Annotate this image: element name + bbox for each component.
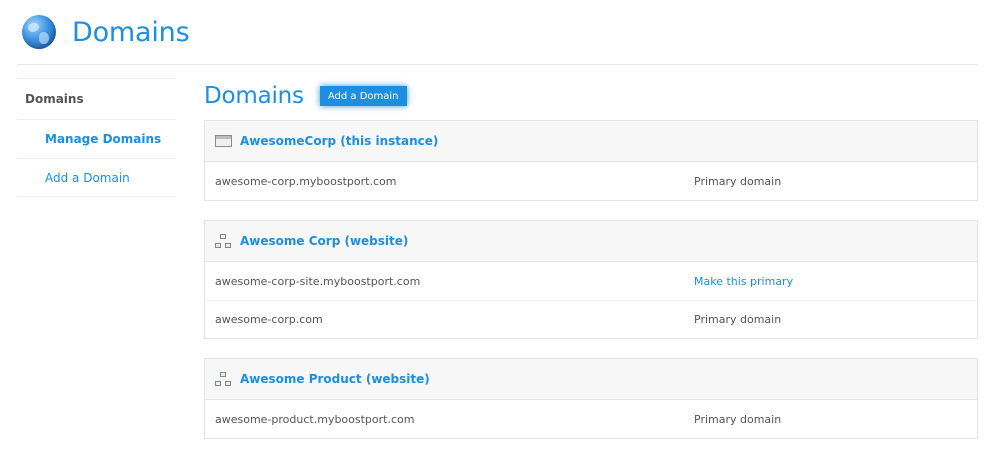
domain-row: awesome-corp-site.myboostport.com Make t… xyxy=(205,262,977,300)
domain-name: awesome-corp.com xyxy=(215,313,323,326)
domain-group: Awesome Product (website) awesome-produc… xyxy=(204,358,978,439)
domain-name: awesome-corp-site.myboostport.com xyxy=(215,274,421,288)
domain-group-name[interactable]: Awesome Corp (website) xyxy=(240,234,408,248)
sidebar-title: Domains xyxy=(17,78,176,119)
make-primary-link[interactable]: Make this primary xyxy=(694,275,793,288)
domain-group-name[interactable]: AwesomeCorp (this instance) xyxy=(240,134,438,148)
section-title: Domains xyxy=(204,83,304,109)
sidebar: Domains Manage Domains Add a Domain xyxy=(17,78,176,197)
page-header: Domains xyxy=(22,12,190,52)
domain-status: Primary domain xyxy=(694,412,782,426)
domain-status: Primary domain xyxy=(694,313,782,326)
domain-group: AwesomeCorp (this instance) awesome-corp… xyxy=(204,120,978,201)
domain-row: awesome-corp.com Primary domain xyxy=(205,300,977,338)
sidebar-item-add-domain[interactable]: Add a Domain xyxy=(17,158,176,197)
header-divider xyxy=(17,64,978,65)
domain-name: awesome-product.myboostport.com xyxy=(215,412,415,426)
sitemap-icon xyxy=(215,371,232,387)
main-header: Domains Add a Domain xyxy=(204,78,978,114)
domain-name: awesome-corp.myboostport.com xyxy=(215,174,397,188)
domain-status: Primary domain xyxy=(694,174,782,188)
page-title: Domains xyxy=(72,16,190,48)
domain-group-header: Awesome Product (website) xyxy=(205,359,977,400)
domain-group-name[interactable]: Awesome Product (website) xyxy=(240,372,430,386)
domain-group-header: AwesomeCorp (this instance) xyxy=(205,121,977,162)
sidebar-item-manage-domains[interactable]: Manage Domains xyxy=(17,119,176,158)
domain-row: awesome-product.myboostport.com Primary … xyxy=(205,400,977,438)
globe-icon xyxy=(22,15,56,49)
domain-group-header: Awesome Corp (website) xyxy=(205,221,977,262)
sitemap-icon xyxy=(215,233,232,249)
main-content: Domains Add a Domain AwesomeCorp (this i… xyxy=(204,78,978,439)
domain-group: Awesome Corp (website) awesome-corp-site… xyxy=(204,220,978,339)
window-icon xyxy=(215,135,232,147)
domain-row: awesome-corp.myboostport.com Primary dom… xyxy=(205,162,977,200)
add-domain-button[interactable]: Add a Domain xyxy=(319,86,407,106)
